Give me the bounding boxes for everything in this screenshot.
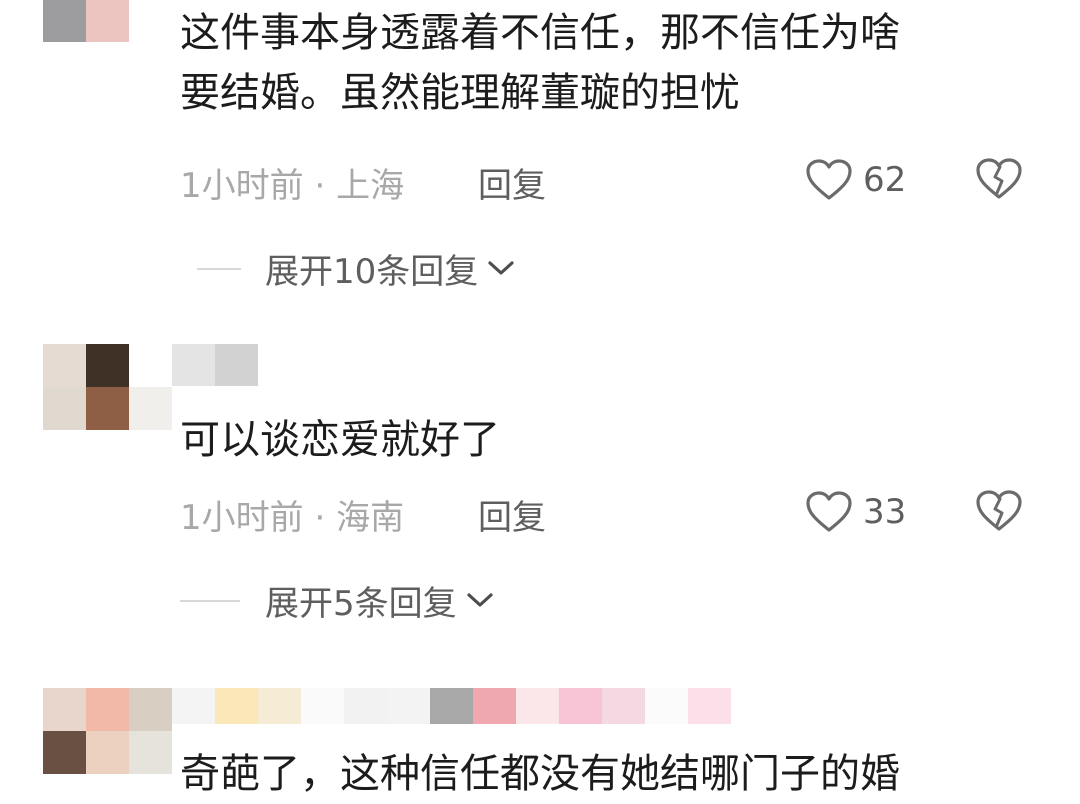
expand-divider [197,268,241,270]
broken-heart-icon [976,490,1022,531]
comment-text: 这件事本身透露着不信任，那不信任为啥 要结婚。虽然能理解董璇的担忧 [180,3,900,123]
comment-text-line: 要结婚。虽然能理解董璇的担忧 [180,70,740,116]
like-button[interactable]: 33 [805,489,906,535]
chevron-down-icon [467,593,493,607]
avatar[interactable] [43,688,172,774]
comment-location: · 海南 [314,498,405,538]
comment-text: 可以谈恋爱就好了 [180,410,500,470]
like-count: 33 [863,492,907,532]
dislike-button[interactable] [975,489,1023,535]
username-mosaic [172,688,731,724]
username-mosaic [172,344,258,386]
reply-button[interactable]: 回复 [478,490,546,539]
like-count: 62 [863,160,907,200]
reply-button[interactable]: 回复 [478,158,546,207]
comment-location: · 上海 [314,166,405,206]
comment-text-line: 可以谈恋爱就好了 [180,417,500,463]
comment-text: 奇葩了，这种信任都没有她结哪门子的婚 [180,744,900,804]
comment-meta: 1小时前 · 上海 [180,158,404,207]
broken-heart-icon [976,158,1022,199]
chevron-down-icon [488,261,514,275]
expand-replies-label: 展开5条回复 [265,583,457,624]
dislike-button[interactable] [975,157,1023,203]
expand-replies-button[interactable]: 展开10条回复 [265,245,516,292]
comment-time: 1小时前 [180,498,304,538]
expand-divider [180,600,240,602]
like-button[interactable]: 62 [805,157,906,203]
comment-text-line: 这件事本身透露着不信任，那不信任为啥 [180,10,900,56]
expand-replies-label: 展开10条回复 [265,251,479,292]
heart-outline-icon [806,491,852,532]
avatar[interactable] [43,344,172,430]
comment-time: 1小时前 [180,166,304,206]
heart-outline-icon [806,159,852,200]
expand-replies-button[interactable]: 展开5条回复 [265,577,495,624]
comment-text-line: 奇葩了，这种信任都没有她结哪门子的婚 [180,751,900,797]
comment-meta: 1小时前 · 海南 [180,490,404,539]
avatar[interactable] [43,0,129,42]
